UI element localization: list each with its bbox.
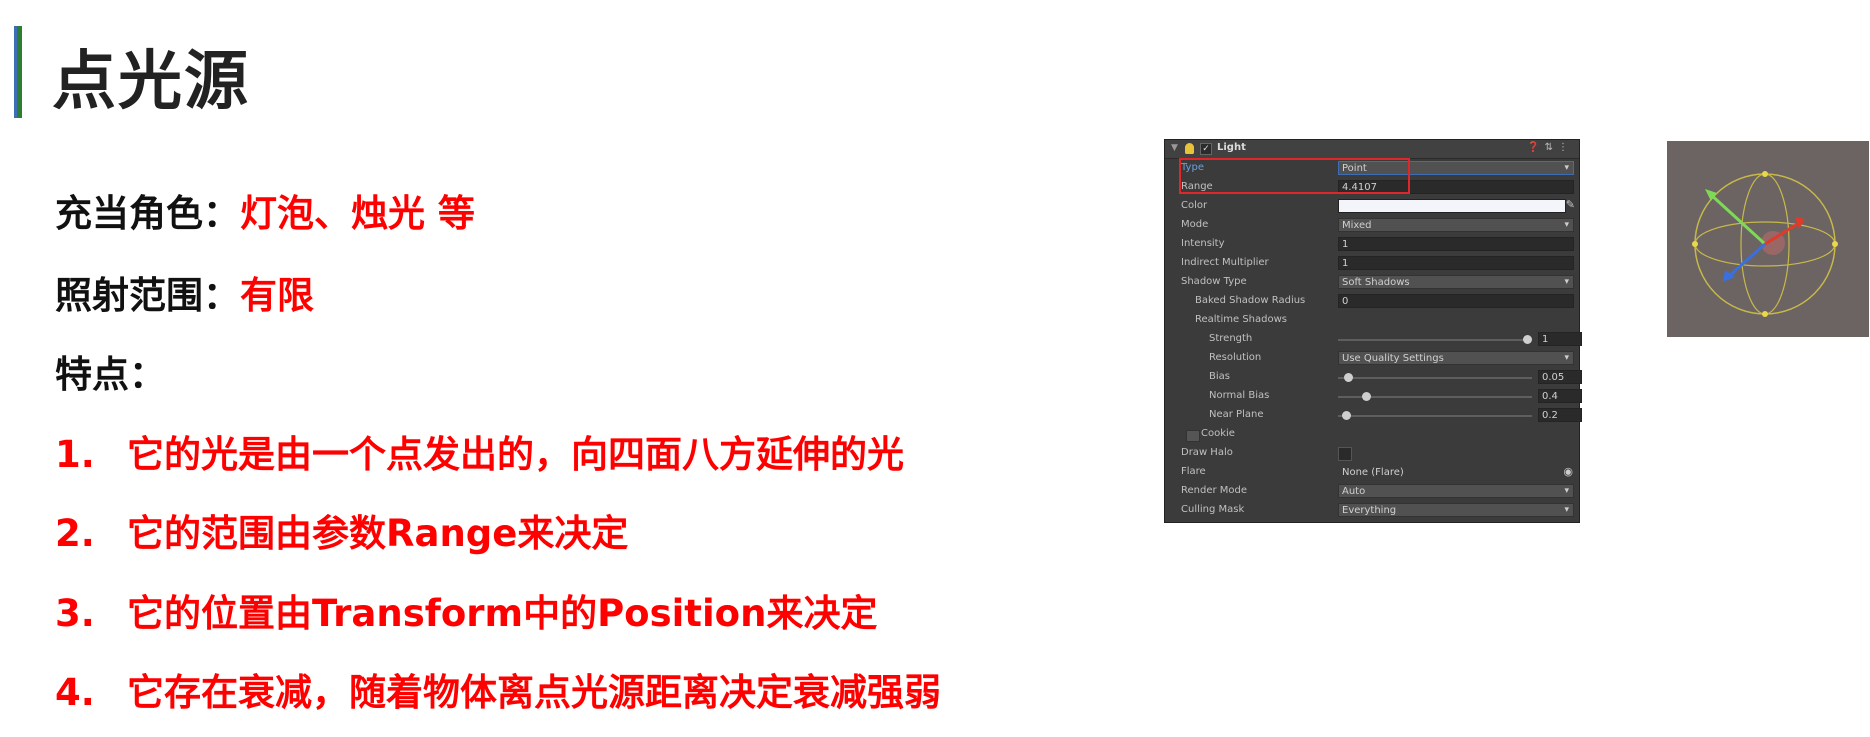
- z-axis-arrow[interactable]: [1728, 242, 1766, 278]
- mode-dropdown[interactable]: Mixed: [1338, 218, 1574, 232]
- baked-shadow-radius-field[interactable]: 0: [1338, 294, 1574, 308]
- slider-handle[interactable]: [1343, 373, 1353, 382]
- point-light-gizmo-view: [1667, 141, 1869, 337]
- slider-handle[interactable]: [1362, 392, 1372, 401]
- row-culling-mask: Culling Mask Everything: [1165, 501, 1579, 519]
- feature-text: 它的光是由一个点发出的，向四面八方延伸的光: [127, 433, 904, 476]
- type-range-highlight-box: [1179, 158, 1410, 194]
- role-value: 灯泡、烛光 等: [240, 192, 475, 235]
- strength-field[interactable]: 1: [1538, 332, 1582, 346]
- inspector-header: ▼ ✓ Light ❓⇅⋮: [1165, 140, 1579, 159]
- component-enabled-checkbox[interactable]: ✓: [1200, 143, 1212, 155]
- role-label: 充当角色：: [55, 192, 240, 235]
- feature-text: 它的位置由Transform中的Position来决定: [127, 592, 878, 635]
- row-indirect-multiplier: Indirect Multiplier 1: [1165, 254, 1579, 272]
- collapse-arrow-icon[interactable]: ▼: [1171, 143, 1178, 153]
- feature-number: 3.: [55, 592, 95, 635]
- draw-halo-checkbox[interactable]: [1338, 447, 1352, 461]
- intensity-field[interactable]: 1: [1338, 237, 1574, 251]
- row-shadow-type: Shadow Type Soft Shadows: [1165, 273, 1579, 291]
- feature-item: 2. 它的范围由参数Range来决定: [55, 503, 628, 557]
- point-light-gizmo-illustration: [1692, 171, 1838, 317]
- shadow-type-dropdown[interactable]: Soft Shadows: [1338, 275, 1574, 289]
- indirect-multiplier-field[interactable]: 1: [1338, 256, 1574, 270]
- component-name: Light: [1217, 142, 1246, 153]
- range-label: 照射范围：: [55, 274, 240, 317]
- row-mode: Mode Mixed: [1165, 216, 1579, 234]
- range-handle[interactable]: [1762, 171, 1768, 177]
- culling-mask-dropdown[interactable]: Everything: [1338, 503, 1574, 517]
- row-baked-shadow-radius: Baked Shadow Radius 0: [1165, 292, 1579, 310]
- title-accent-bar: [14, 26, 22, 118]
- near-plane-field[interactable]: 0.2: [1538, 408, 1582, 422]
- normal-bias-slider[interactable]: [1338, 392, 1532, 401]
- near-plane-slider[interactable]: [1338, 411, 1532, 420]
- bias-slider[interactable]: [1338, 373, 1532, 382]
- light-bulb-icon: [1185, 143, 1194, 154]
- row-realtime-shadows: Realtime Shadows: [1195, 314, 1287, 325]
- range-handle[interactable]: [1692, 241, 1698, 247]
- feature-text: 它存在衰减，随着物体离点光源距离决定衰减强弱: [127, 671, 941, 714]
- cookie-texture-icon[interactable]: [1186, 430, 1200, 442]
- range-value: 有限: [240, 274, 314, 317]
- feature-text: 它的范围由参数Range来决定: [127, 512, 629, 555]
- row-resolution: Resolution Use Quality Settings: [1165, 349, 1579, 367]
- row-near-plane: Near Plane 0.2: [1165, 406, 1582, 424]
- normal-bias-field[interactable]: 0.4: [1538, 389, 1582, 403]
- feature-item: 3. 它的位置由Transform中的Position来决定: [55, 583, 877, 637]
- component-menu-icons[interactable]: ❓⇅⋮: [1527, 142, 1573, 153]
- eyedropper-icon[interactable]: ✎: [1566, 198, 1575, 211]
- row-render-mode: Render Mode Auto: [1165, 482, 1579, 500]
- row-cookie: Cookie: [1165, 425, 1579, 443]
- flare-object-field[interactable]: None (Flare): [1338, 465, 1574, 479]
- row-flare: Flare None (Flare) ◉: [1181, 465, 1574, 479]
- range-handle[interactable]: [1832, 241, 1838, 247]
- row-strength: Strength 1: [1165, 330, 1582, 348]
- slide-title: 点光源: [52, 45, 250, 119]
- y-axis-arrow[interactable]: [1707, 191, 1767, 246]
- bias-field[interactable]: 0.05: [1538, 370, 1582, 384]
- feature-item: 4. 它存在衰减，随着物体离点光源距离决定衰减强弱: [55, 662, 941, 716]
- slider-handle[interactable]: [1341, 411, 1351, 420]
- render-mode-dropdown[interactable]: Auto: [1338, 484, 1574, 498]
- feature-item: 1. 它的光是由一个点发出的，向四面八方延伸的光: [55, 424, 904, 478]
- row-draw-halo: Draw Halo: [1165, 444, 1579, 462]
- color-swatch[interactable]: [1338, 199, 1566, 213]
- feature-number: 1.: [55, 433, 95, 476]
- feature-number: 2.: [55, 512, 95, 555]
- range-line: 照射范围：有限: [55, 265, 314, 319]
- features-label: 特点：: [55, 353, 166, 396]
- row-bias: Bias 0.05: [1165, 368, 1582, 386]
- slider-handle[interactable]: [1523, 335, 1532, 344]
- role-line: 充当角色：灯泡、烛光 等: [55, 183, 475, 237]
- range-handle[interactable]: [1762, 311, 1768, 317]
- strength-slider[interactable]: [1338, 335, 1532, 344]
- row-intensity: Intensity 1: [1165, 235, 1579, 253]
- row-color: Color ✎: [1181, 198, 1575, 213]
- light-inspector-panel: ▼ ✓ Light ❓⇅⋮ Type Point Range 4.4107 Co…: [1164, 139, 1582, 523]
- feature-number: 4.: [55, 671, 95, 714]
- row-normal-bias: Normal Bias 0.4: [1165, 387, 1582, 405]
- object-picker-icon[interactable]: ◉: [1563, 465, 1573, 478]
- resolution-dropdown[interactable]: Use Quality Settings: [1338, 351, 1574, 365]
